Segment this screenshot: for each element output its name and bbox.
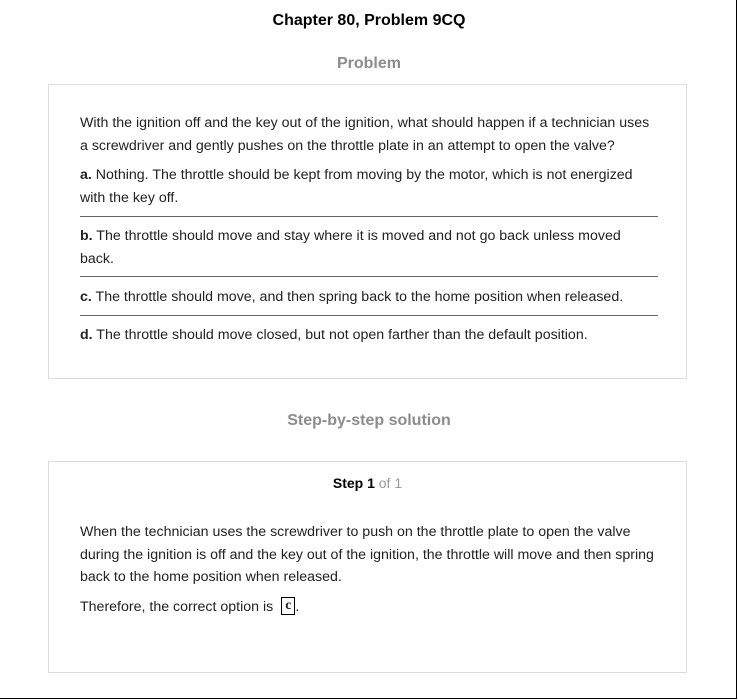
page-title: Chapter 80, Problem 9CQ (272, 12, 466, 29)
option-a-letter: a. (80, 167, 92, 183)
option-divider (80, 315, 658, 316)
question-text: With the ignition off and the key out of… (80, 115, 650, 154)
option-d[interactable]: d. The throttle should move closed, but … (80, 324, 658, 347)
option-divider (80, 216, 658, 217)
solution-card: Step 1 of 1 When the technician uses the… (48, 461, 687, 673)
option-a[interactable]: a. Nothing. The throttle should be kept … (80, 164, 658, 209)
option-c-text: The throttle should move, and then sprin… (91, 289, 624, 305)
step-count: of 1 (374, 475, 403, 491)
option-divider (80, 276, 658, 277)
step-header: Step 1 of 1 (49, 475, 686, 491)
option-b-text: The throttle should move and stay where … (80, 228, 621, 267)
option-a-text: Nothing. The throttle should be kept fro… (80, 167, 633, 206)
solution-conclusion: Therefore, the correct option is c. (80, 596, 660, 619)
solution-heading: Step-by-step solution (287, 412, 451, 429)
conclusion-text: Therefore, the correct option is (80, 599, 274, 615)
problem-heading: Problem (336, 55, 401, 72)
option-d-text: The throttle should move closed, but not… (92, 327, 588, 343)
answer-box: c (281, 597, 296, 616)
option-d-letter: d. (80, 327, 93, 343)
option-b-letter: b. (80, 228, 93, 244)
option-b[interactable]: b. The throttle should move and stay whe… (80, 225, 658, 270)
step-label: Step 1 (332, 475, 375, 491)
option-c-letter: c. (80, 289, 92, 305)
conclusion-period: . (295, 599, 300, 615)
option-c[interactable]: c. The throttle should move, and then sp… (80, 286, 658, 309)
problem-card: With the ignition off and the key out of… (48, 84, 687, 379)
solution-explanation: When the technician uses the screwdriver… (80, 524, 654, 585)
